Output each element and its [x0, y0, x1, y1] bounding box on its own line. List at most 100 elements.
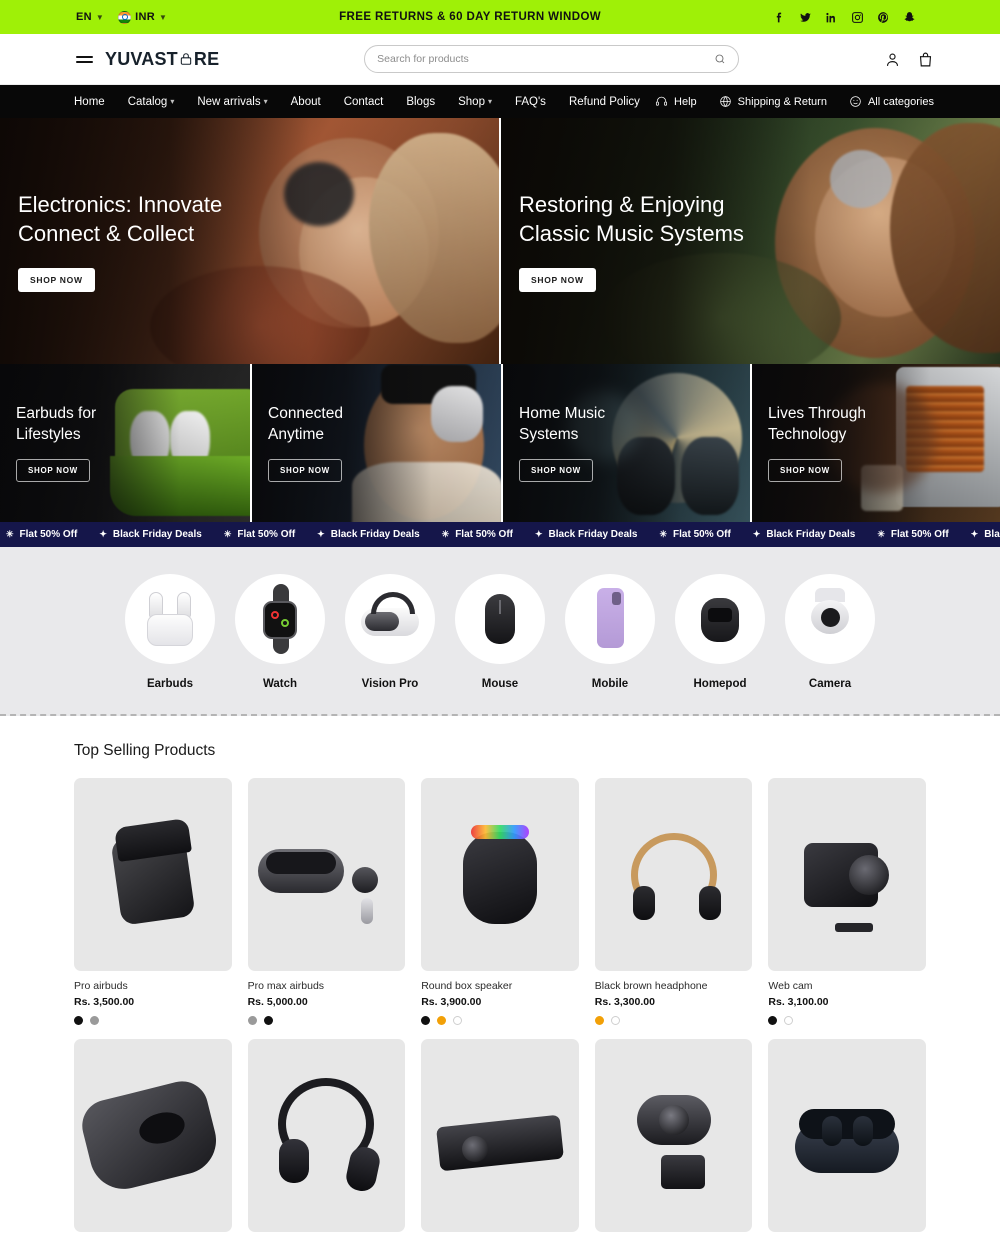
category-earbuds[interactable]: Earbuds [125, 574, 215, 690]
nav-utility-shipping-return[interactable]: Shipping & Return [719, 95, 827, 108]
product-card[interactable] [421, 1039, 579, 1232]
currency-selector[interactable]: INR ▼ [118, 10, 167, 24]
product-card[interactable] [594, 1039, 753, 1232]
color-swatch[interactable] [90, 1016, 99, 1025]
color-swatch[interactable] [768, 1016, 778, 1025]
instagram-icon[interactable] [851, 11, 864, 24]
marquee-item: ✦ Black Friday Deals [99, 529, 201, 540]
category-mobile[interactable]: Mobile [565, 574, 655, 690]
product-swatches [74, 1016, 232, 1025]
announcement-message: FREE RETURNS & 60 DAY RETURN WINDOW [339, 11, 602, 23]
promo-shop-now-button-2[interactable]: SHOP NOW [268, 458, 342, 482]
promo-card-earbuds[interactable]: Earbuds for Lifestyles SHOP NOW [0, 364, 250, 522]
hero-shop-now-button-1[interactable]: SHOP NOW [18, 268, 95, 293]
product-card[interactable]: Web cam Rs. 3,100.00 [768, 778, 926, 1025]
nav-item-about[interactable]: About [291, 96, 321, 108]
nav-utility-all-categories[interactable]: All categories [849, 95, 934, 108]
nav-item-refund-policy[interactable]: Refund Policy [569, 96, 640, 108]
product-image[interactable] [247, 778, 406, 971]
product-price: Rs. 3,100.00 [768, 996, 829, 1008]
language-label: EN [76, 11, 92, 23]
nav-item-faq-s[interactable]: FAQ's [515, 96, 546, 108]
nav-item-catalog[interactable]: Catalog ▾ [128, 96, 175, 108]
promo-card-home-music[interactable]: Home Music Systems SHOP NOW [501, 364, 750, 522]
product-card[interactable] [768, 1039, 926, 1232]
promo-shop-now-button-4[interactable]: SHOP NOW [768, 458, 842, 482]
site-logo[interactable]: YUVAST RE [105, 49, 219, 70]
product-swatches [594, 1016, 753, 1025]
product-image[interactable] [247, 1039, 406, 1232]
category-carousel: Earbuds Watch Vision Pro Mouse Mobile Homepod… [0, 547, 1000, 716]
marquee-star-icon: ✳ [223, 529, 232, 539]
category-vision-pro[interactable]: Vision Pro [345, 574, 435, 690]
product-image[interactable] [421, 1039, 579, 1232]
category-mouse[interactable]: Mouse [455, 574, 545, 690]
search-icon[interactable] [714, 53, 726, 65]
color-swatch[interactable] [421, 1016, 431, 1025]
category-camera[interactable]: Camera [785, 574, 875, 690]
color-swatch[interactable] [437, 1016, 447, 1025]
product-card[interactable]: Pro airbuds Rs. 3,500.00 [74, 778, 232, 1025]
product-grid-row-2 [74, 1039, 926, 1232]
category-homepod[interactable]: Homepod [675, 574, 765, 690]
product-name: Web cam [768, 980, 813, 992]
user-icon[interactable] [884, 51, 901, 68]
hero-title-1: Electronics: Innovate Connect & Collect [18, 191, 223, 246]
twitter-icon[interactable] [799, 11, 812, 24]
color-swatch[interactable] [247, 1016, 257, 1025]
promo-card-connected[interactable]: Connected Anytime SHOP NOW [250, 364, 501, 522]
product-card[interactable] [74, 1039, 232, 1232]
category-label: Camera [808, 678, 852, 690]
product-image[interactable] [594, 778, 753, 971]
facebook-icon[interactable] [773, 11, 786, 24]
marquee-star-icon: ✦ [752, 529, 761, 539]
linkedin-icon[interactable] [825, 11, 838, 24]
product-name: Round box speaker [421, 980, 513, 992]
language-selector[interactable]: EN ▼ [76, 11, 104, 23]
hero-title-2: Restoring & Enjoying Classic Music Syste… [519, 191, 744, 246]
product-image[interactable] [594, 1039, 753, 1232]
hero-banner-2[interactable]: Restoring & Enjoying Classic Music Syste… [499, 118, 1000, 364]
snapchat-icon[interactable] [903, 11, 916, 24]
promo-card-lives-tech[interactable]: Lives Through Technology SHOP NOW [750, 364, 1000, 522]
product-image[interactable] [421, 778, 579, 971]
vision-pro-icon [345, 574, 435, 664]
product-image[interactable] [74, 778, 232, 971]
product-image[interactable] [74, 1039, 232, 1232]
shopping-bag-icon[interactable] [917, 51, 934, 68]
nav-item-new-arrivals[interactable]: New arrivals ▾ [197, 96, 267, 108]
hero-banner-1[interactable]: Electronics: Innovate Connect & Collect … [0, 118, 499, 364]
color-swatch[interactable] [74, 1016, 83, 1025]
color-swatch[interactable] [610, 1016, 620, 1025]
marquee-label: Black Friday Deals [112, 529, 202, 540]
search-input[interactable] [377, 53, 715, 65]
product-image[interactable] [768, 1039, 926, 1232]
color-swatch[interactable] [263, 1016, 273, 1025]
hero-shop-now-button-2[interactable]: SHOP NOW [519, 268, 596, 293]
nav-item-home[interactable]: Home [74, 96, 105, 108]
announcement-bar: EN ▼ INR ▼ FREE RETURNS & 60 DAY RETURN … [0, 0, 1000, 34]
product-card[interactable] [247, 1039, 406, 1232]
color-swatch[interactable] [594, 1016, 604, 1025]
hero-banners: Electronics: Innovate Connect & Collect … [0, 118, 1000, 364]
chevron-down-icon: ▾ [170, 97, 175, 106]
promo-shop-now-button-1[interactable]: SHOP NOW [16, 458, 90, 482]
nav-item-contact[interactable]: Contact [344, 96, 384, 108]
marquee-star-icon: ✳ [659, 529, 668, 539]
pinterest-icon[interactable] [877, 11, 890, 24]
product-card[interactable]: Round box speaker Rs. 3,900.00 [421, 778, 579, 1025]
category-watch[interactable]: Watch [235, 574, 325, 690]
product-card[interactable]: Black brown headphone Rs. 3,300.00 [594, 778, 753, 1025]
promo-marquee: ✳ Flat 50% Off ✦ Black Friday Deals ✳ Flat 50… [0, 522, 1000, 547]
nav-item-shop[interactable]: Shop ▾ [458, 96, 492, 108]
promo-shop-now-button-3[interactable]: SHOP NOW [519, 458, 593, 482]
search-bar[interactable] [364, 45, 740, 73]
nav-item-blogs[interactable]: Blogs [406, 96, 435, 108]
product-card[interactable]: Pro max airbuds Rs. 5,000.00 [247, 778, 406, 1025]
nav-utility-help[interactable]: Help [655, 95, 697, 108]
color-swatch[interactable] [784, 1016, 794, 1025]
menu-button[interactable] [76, 55, 93, 63]
product-image[interactable] [768, 778, 926, 971]
color-swatch[interactable] [453, 1016, 463, 1025]
earbuds-icon [125, 574, 215, 664]
